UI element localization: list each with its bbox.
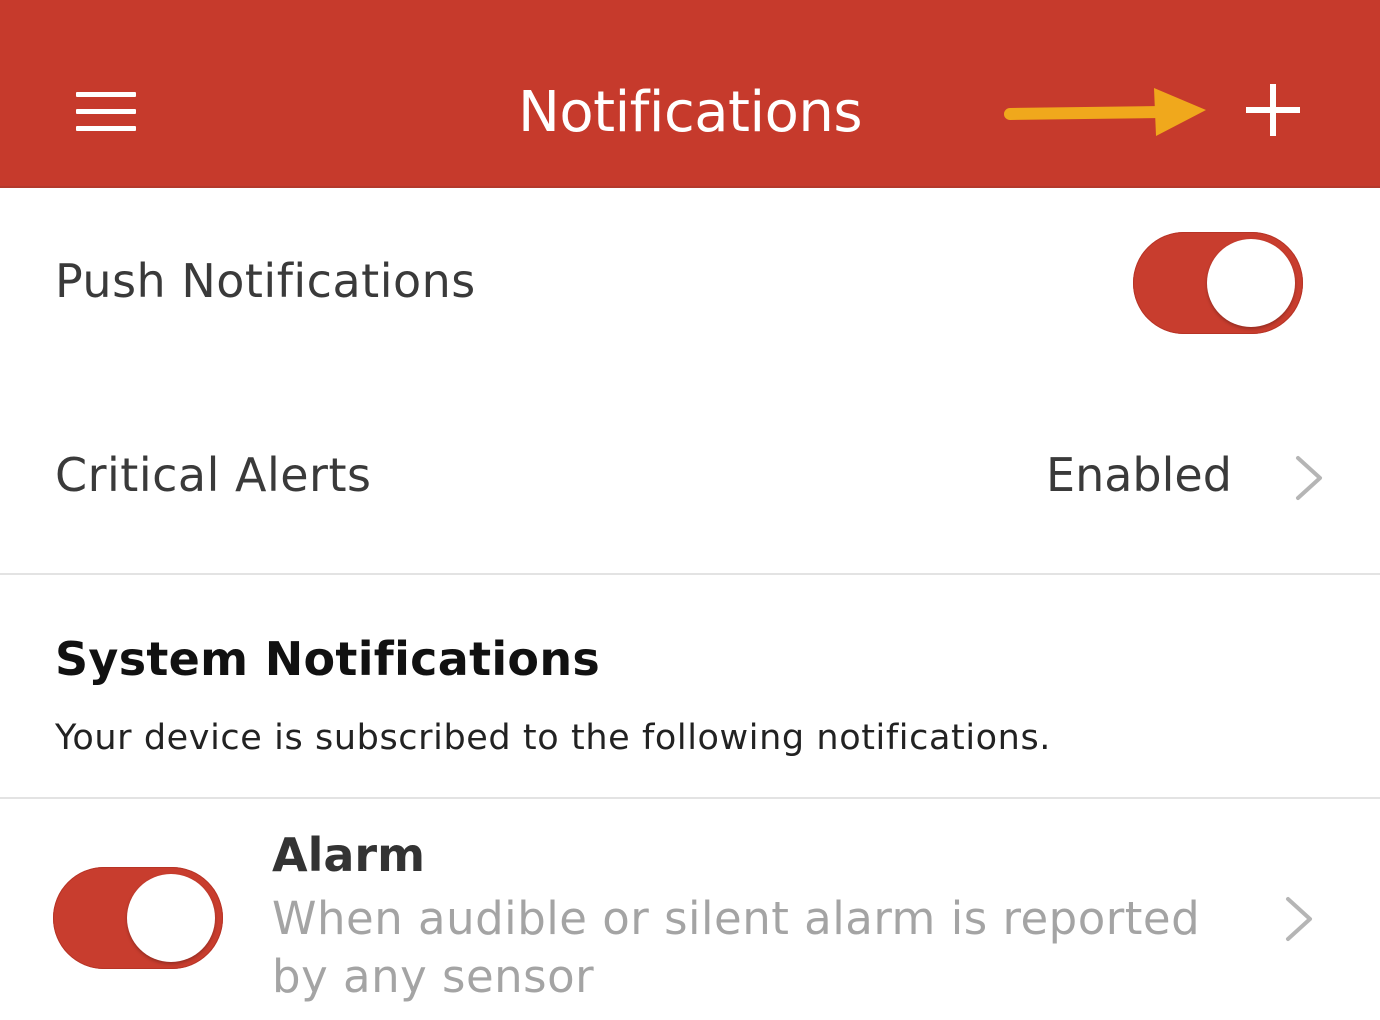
chevron-right-icon bbox=[1286, 897, 1312, 941]
alarm-toggle[interactable] bbox=[53, 867, 223, 969]
section-divider bbox=[0, 573, 1380, 575]
system-notifications-heading: System Notifications bbox=[55, 632, 601, 686]
toggle-knob bbox=[127, 874, 215, 962]
push-notifications-toggle[interactable] bbox=[1133, 232, 1303, 334]
critical-alerts-label: Critical Alerts bbox=[55, 448, 372, 502]
critical-alerts-row[interactable]: Critical Alerts Enabled bbox=[0, 380, 1380, 574]
annotation-arrow-icon bbox=[1004, 88, 1206, 136]
system-notifications-description: Your device is subscribed to the followi… bbox=[55, 718, 1052, 758]
alarm-title: Alarm bbox=[272, 828, 426, 882]
alarm-description: When audible or silent alarm is reported… bbox=[272, 892, 1201, 1003]
push-notifications-row: Push Notifications bbox=[0, 188, 1380, 380]
toggle-knob bbox=[1207, 239, 1295, 327]
chevron-right-icon bbox=[1296, 456, 1322, 500]
add-notification-button[interactable] bbox=[1238, 78, 1308, 144]
critical-alerts-value: Enabled bbox=[1046, 448, 1232, 502]
app-header: Notifications bbox=[0, 0, 1380, 188]
push-notifications-label: Push Notifications bbox=[55, 254, 476, 308]
